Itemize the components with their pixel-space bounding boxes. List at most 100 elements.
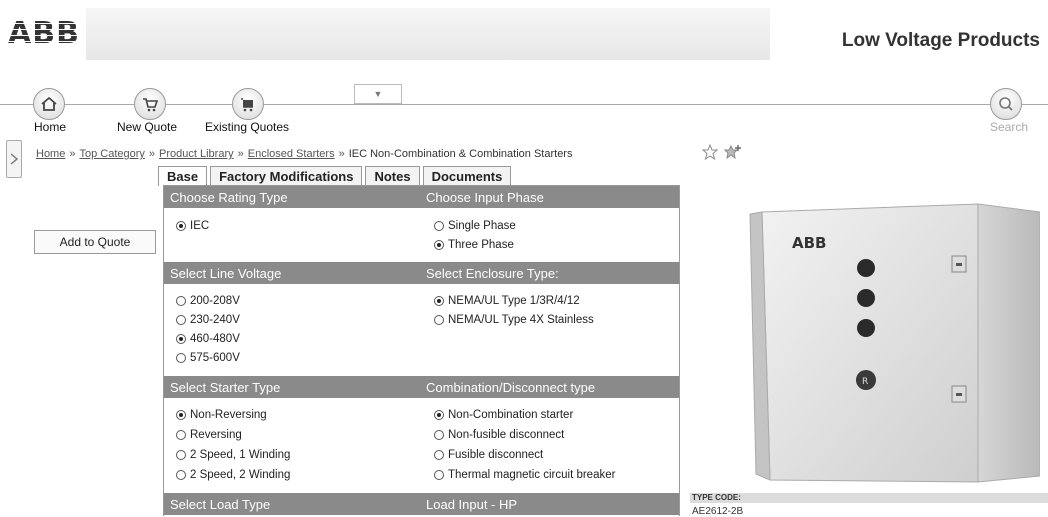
breadcrumb-separator: » — [69, 148, 76, 160]
radio-button[interactable] — [434, 296, 444, 306]
radio-non-fusible[interactable]: Non-fusible disconnect — [434, 429, 564, 441]
radio-button[interactable] — [434, 221, 444, 231]
radio-reversing[interactable]: Reversing — [176, 429, 242, 441]
radio-button[interactable] — [434, 240, 444, 250]
radio-button[interactable] — [176, 470, 186, 480]
radio-label: Fusible disconnect — [448, 449, 544, 461]
latch-slot — [956, 393, 962, 396]
star-icon[interactable] — [702, 144, 718, 160]
radio-button[interactable] — [176, 410, 186, 420]
radio-2-speed-2-winding[interactable]: 2 Speed, 2 Winding — [176, 469, 290, 481]
breadcrumb-top-category[interactable]: Top Category — [79, 148, 144, 160]
radio-button[interactable] — [434, 315, 444, 325]
radio-nema-type-4x[interactable]: NEMA/UL Type 4X Stainless — [434, 314, 594, 326]
tab-documents[interactable]: Documents — [422, 166, 512, 186]
radio-button[interactable] — [176, 450, 186, 460]
nav-new-quote-label[interactable]: New Quote — [117, 120, 177, 134]
enclosure-type-header: Select Enclosure Type: — [426, 266, 559, 281]
radio-button[interactable] — [176, 296, 186, 306]
section-header-row: Select Starter Type Combination/Disconne… — [164, 376, 679, 398]
radio-label: Non-fusible disconnect — [448, 429, 565, 441]
sidebar-toggle[interactable] — [6, 140, 22, 178]
radio-non-combination[interactable]: Non-Combination starter — [434, 409, 573, 421]
section-header-row: Select Load Type Load Input - HP — [164, 493, 679, 515]
search-button[interactable] — [990, 88, 1022, 120]
radio-button[interactable] — [434, 430, 444, 440]
breadcrumb-separator: » — [237, 148, 244, 160]
radio-non-reversing[interactable]: Non-Reversing — [176, 409, 267, 421]
radio-single-phase[interactable]: Single Phase — [434, 220, 516, 232]
radio-thermal-magnetic[interactable]: Thermal magnetic circuit breaker — [434, 469, 615, 481]
radio-label: Thermal magnetic circuit breaker — [448, 469, 616, 481]
radio-230-240v[interactable]: 230-240V — [176, 314, 240, 326]
reset-letter: R — [862, 377, 868, 387]
breadcrumb-product-library[interactable]: Product Library — [159, 148, 234, 160]
add-to-quote-button[interactable]: Add to Quote — [34, 230, 156, 254]
type-code-bar — [690, 493, 1048, 503]
pilot-light-3 — [857, 319, 875, 337]
new-quote-button[interactable] — [134, 88, 166, 120]
radio-button[interactable] — [434, 470, 444, 480]
breadcrumb-enclosed-starters[interactable]: Enclosed Starters — [248, 148, 335, 160]
load-input-header: Load Input - HP — [426, 497, 518, 512]
tab-factory-modifications[interactable]: Factory Modifications — [210, 166, 363, 186]
section-header-row: Select Line Voltage Select Enclosure Typ… — [164, 262, 679, 284]
add-favorite-icon[interactable] — [724, 144, 742, 160]
product-image: ABB R — [749, 203, 1040, 483]
header-banner — [0, 8, 770, 60]
enclosure-side — [977, 203, 1040, 483]
tab-bar: Base Factory Modifications Notes Documen… — [158, 166, 512, 186]
radio-button[interactable] — [176, 315, 186, 325]
radio-button[interactable] — [176, 334, 186, 344]
radio-iec[interactable]: IEC — [176, 220, 209, 232]
breadcrumb-current: IEC Non-Combination & Combination Starte… — [348, 148, 573, 160]
radio-button[interactable] — [176, 430, 186, 440]
rating-type-header: Choose Rating Type — [170, 190, 288, 205]
existing-quotes-button[interactable] — [232, 88, 264, 120]
radio-three-phase[interactable]: Three Phase — [434, 239, 514, 251]
radio-460-480v[interactable]: 460-480V — [176, 333, 240, 345]
input-phase-header: Choose Input Phase — [426, 190, 544, 205]
combination-type-header: Combination/Disconnect type — [426, 380, 596, 395]
type-code-value: AE2612-2B — [692, 506, 744, 517]
nav-home-label[interactable]: Home — [34, 120, 66, 134]
nav-existing-quotes-label[interactable]: Existing Quotes — [205, 120, 289, 134]
cart-icon — [143, 98, 159, 112]
radio-button[interactable] — [176, 221, 186, 231]
configuration-form: Choose Rating Type Choose Input Phase IE… — [163, 185, 680, 516]
home-icon — [41, 96, 57, 111]
radio-nema-type-1[interactable]: NEMA/UL Type 1/3R/4/12 — [434, 295, 580, 307]
tab-base[interactable]: Base — [158, 166, 208, 186]
radio-label: 2 Speed, 2 Winding — [190, 469, 291, 481]
cart-full-icon — [241, 98, 253, 112]
radio-label: NEMA/UL Type 4X Stainless — [448, 314, 594, 326]
starter-type-header: Select Starter Type — [170, 380, 281, 395]
radio-label: Reversing — [190, 429, 242, 441]
radio-200-208v[interactable]: 200-208V — [176, 295, 240, 307]
radio-2-speed-1-winding[interactable]: 2 Speed, 1 Winding — [176, 449, 290, 461]
abb-logo[interactable]: ABB — [8, 16, 80, 51]
pilot-light-2 — [857, 289, 875, 307]
site-title: Low Voltage Products — [841, 30, 1040, 51]
radio-575-600v[interactable]: 575-600V — [176, 352, 240, 364]
radio-label: 230-240V — [190, 314, 240, 326]
tab-notes[interactable]: Notes — [365, 166, 420, 186]
breadcrumb-home[interactable]: Home — [36, 148, 65, 160]
radio-button[interactable] — [434, 410, 444, 420]
radio-label: Non-Reversing — [190, 409, 267, 421]
breadcrumb-separator: » — [338, 148, 345, 160]
radio-button[interactable] — [434, 450, 444, 460]
breadcrumb: Home» Top Category» Product Library» Enclos… — [36, 148, 572, 160]
breadcrumb-separator: » — [148, 148, 156, 160]
home-button[interactable] — [33, 88, 65, 120]
nav-dropdown[interactable]: ▼ — [354, 84, 402, 104]
radio-label: Three Phase — [448, 239, 514, 251]
radio-label: IEC — [190, 220, 210, 232]
pilot-light-1 — [857, 259, 875, 277]
radio-fusible[interactable]: Fusible disconnect — [434, 449, 543, 461]
search-label[interactable]: Search — [990, 120, 1028, 134]
latch-slot — [956, 263, 962, 266]
radio-button[interactable] — [176, 353, 186, 363]
radio-label: 2 Speed, 1 Winding — [190, 449, 291, 461]
search-icon — [999, 97, 1013, 111]
